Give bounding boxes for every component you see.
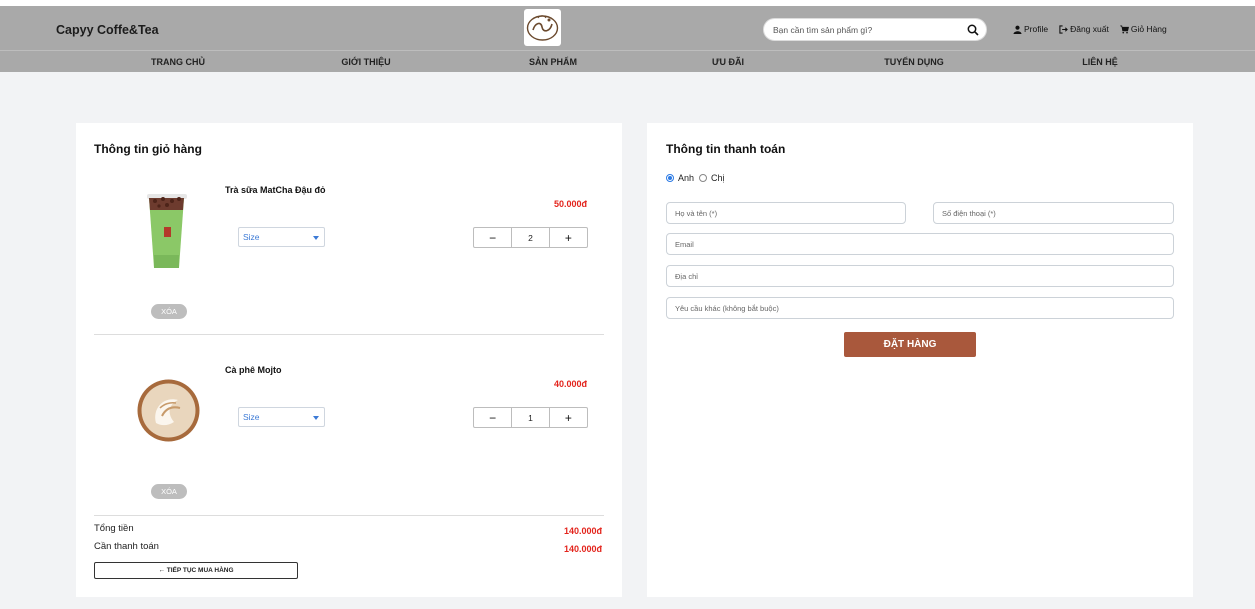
size-select-label: Size — [243, 412, 260, 422]
cart-icon — [1120, 25, 1129, 33]
logout-icon — [1059, 24, 1068, 34]
cart-panel: Thông tin giỏ hàng Trà sữa MatCha Đậu đỏ… — [76, 123, 622, 597]
radio-ms-label[interactable]: Chị — [711, 173, 725, 183]
cart-link[interactable]: Giỏ Hàng — [1120, 24, 1167, 34]
nav-item-contact[interactable]: LIÊN HỆ — [1082, 57, 1118, 67]
increase-qty-button[interactable]: + — [550, 228, 587, 247]
product-price: 40.000đ — [553, 379, 587, 389]
note-field[interactable] — [666, 297, 1174, 319]
nav-item-products[interactable]: SẢN PHẨM — [529, 57, 577, 67]
amount-due-value: 140.000đ — [563, 544, 602, 554]
phone-input[interactable] — [942, 207, 1158, 220]
search-input[interactable] — [773, 22, 961, 38]
quantity-stepper[interactable]: − 2 + — [473, 227, 588, 248]
place-order-button[interactable]: ĐẶT HÀNG — [844, 332, 976, 357]
payment-panel: Thông tin thanh toán Anh Chị ĐẶT HÀNG — [647, 123, 1193, 597]
radio-ms[interactable] — [699, 174, 708, 182]
email-field[interactable] — [666, 233, 1174, 255]
nav-item-careers[interactable]: TUYỂN DỤNG — [884, 57, 944, 67]
address-input[interactable] — [675, 270, 1131, 283]
profile-label: Profile — [1024, 24, 1049, 34]
coffee-logo[interactable] — [524, 9, 561, 46]
nav-item-home[interactable]: TRANG CHỦ — [151, 57, 205, 67]
logout-label: Đăng xuất — [1070, 24, 1109, 34]
user-links: Profile Đăng xuất Giỏ Hàng — [1013, 24, 1167, 34]
fullname-input[interactable] — [675, 207, 890, 220]
quantity-value[interactable]: 2 — [511, 228, 550, 247]
decrease-qty-button[interactable]: − — [474, 228, 511, 247]
top-header: Capyy Coffe&Tea Profile Đăng xuất Giỏ Hà… — [0, 0, 1255, 50]
nav-item-about[interactable]: GIỚI THIỆU — [341, 57, 390, 67]
main-nav: TRANG CHỦ GIỚI THIỆU SẢN PHẨM ƯU ĐÃI TUY… — [0, 50, 1255, 72]
chevron-down-icon — [313, 236, 319, 240]
address-field[interactable] — [666, 265, 1174, 287]
product-price: 50.000đ — [553, 199, 587, 209]
chevron-down-icon — [313, 416, 319, 420]
continue-shopping-button[interactable]: ← TIẾP TỤC MUA HÀNG — [94, 562, 298, 579]
logout-link[interactable]: Đăng xuất — [1059, 24, 1109, 34]
cart-label: Giỏ Hàng — [1130, 24, 1167, 34]
item-divider — [94, 334, 604, 335]
brand-name[interactable]: Capyy Coffe&Tea — [56, 23, 159, 37]
payment-title: Thông tin thanh toán — [666, 142, 786, 156]
coffee-cup-image — [137, 379, 200, 442]
increase-qty-button[interactable]: + — [550, 408, 587, 427]
nav-item-promotions[interactable]: ƯU ĐÃI — [712, 57, 744, 67]
quantity-value[interactable]: 1 — [511, 408, 550, 427]
size-select[interactable]: Size — [238, 407, 325, 427]
product-name[interactable]: Trà sữa MatCha Đậu đỏ — [225, 185, 326, 195]
delete-item-button[interactable]: XÓA — [151, 304, 187, 319]
note-input[interactable] — [675, 302, 1131, 315]
user-icon — [1013, 25, 1022, 34]
product-name[interactable]: Cà phê Mojto — [225, 365, 282, 375]
phone-field[interactable] — [933, 202, 1174, 224]
radio-mr-label[interactable]: Anh — [678, 173, 694, 183]
total-label: Tổng tiền — [94, 523, 134, 534]
quantity-stepper[interactable]: − 1 + — [473, 407, 588, 428]
size-select[interactable]: Size — [238, 227, 325, 247]
amount-due-label: Cần thanh toán — [94, 541, 159, 552]
size-select-label: Size — [243, 232, 260, 242]
search-icon[interactable] — [967, 24, 979, 36]
search-box[interactable] — [763, 18, 987, 41]
gender-radio-group: Anh Chị — [666, 173, 725, 183]
email-input[interactable] — [675, 238, 1131, 251]
fullname-field[interactable] — [666, 202, 906, 224]
total-value: 140.000đ — [563, 526, 602, 536]
cart-title: Thông tin giỏ hàng — [94, 142, 202, 156]
delete-item-button[interactable]: XÓA — [151, 484, 187, 499]
profile-link[interactable]: Profile — [1013, 24, 1048, 34]
matcha-drink-image — [147, 194, 187, 268]
radio-mr[interactable] — [666, 174, 674, 182]
decrease-qty-button[interactable]: − — [474, 408, 511, 427]
item-divider — [94, 515, 604, 516]
